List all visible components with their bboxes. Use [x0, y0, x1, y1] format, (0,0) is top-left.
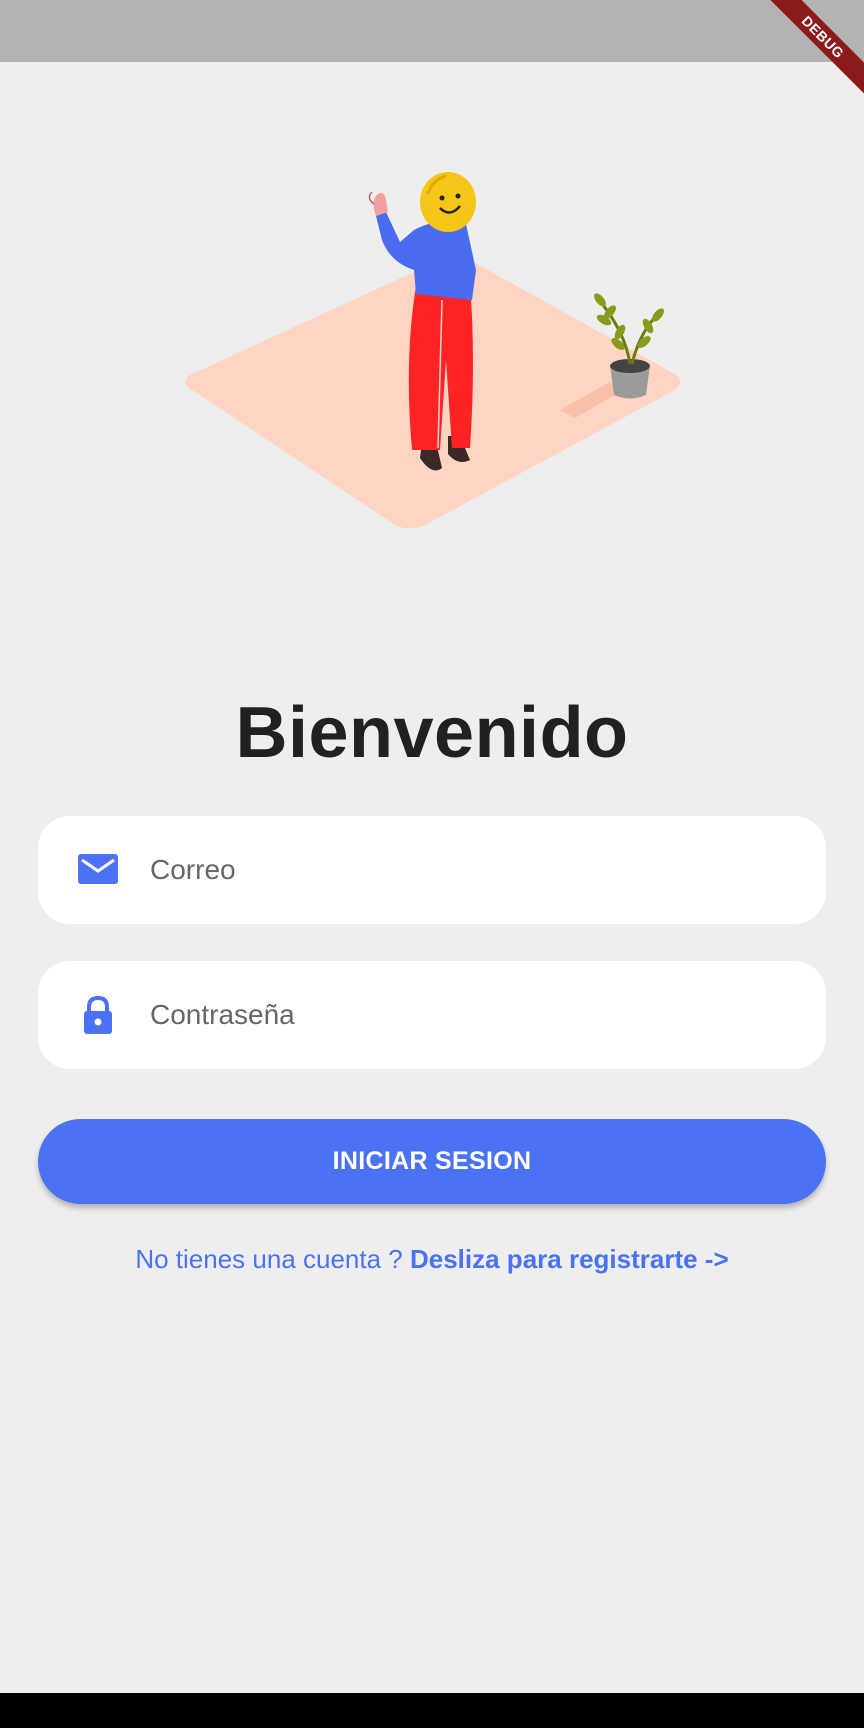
head [420, 172, 476, 232]
hand [373, 192, 388, 216]
register-link[interactable]: Desliza para registrarte -> [410, 1244, 729, 1274]
register-prompt-text: No tienes una cuenta ? [135, 1244, 410, 1274]
lock-icon [84, 995, 112, 1034]
person-waving-illustration [185, 172, 681, 529]
debug-banner: DEBUG [744, 0, 864, 120]
password-placeholder: Contraseña [150, 999, 295, 1030]
navigation-bar [0, 1693, 864, 1728]
status-bar [0, 0, 864, 62]
password-field[interactable]: Contraseña [38, 961, 826, 1069]
register-prompt[interactable]: No tienes una cuenta ? Desliza para regi… [0, 1244, 864, 1275]
email-field[interactable]: Correo [38, 816, 826, 924]
mail-icon [78, 854, 118, 884]
email-placeholder: Correo [150, 854, 236, 885]
page-title: Bienvenido [235, 693, 629, 773]
debug-label: DEBUG [762, 0, 864, 98]
login-button[interactable]: INICIAR SESION [38, 1119, 826, 1204]
